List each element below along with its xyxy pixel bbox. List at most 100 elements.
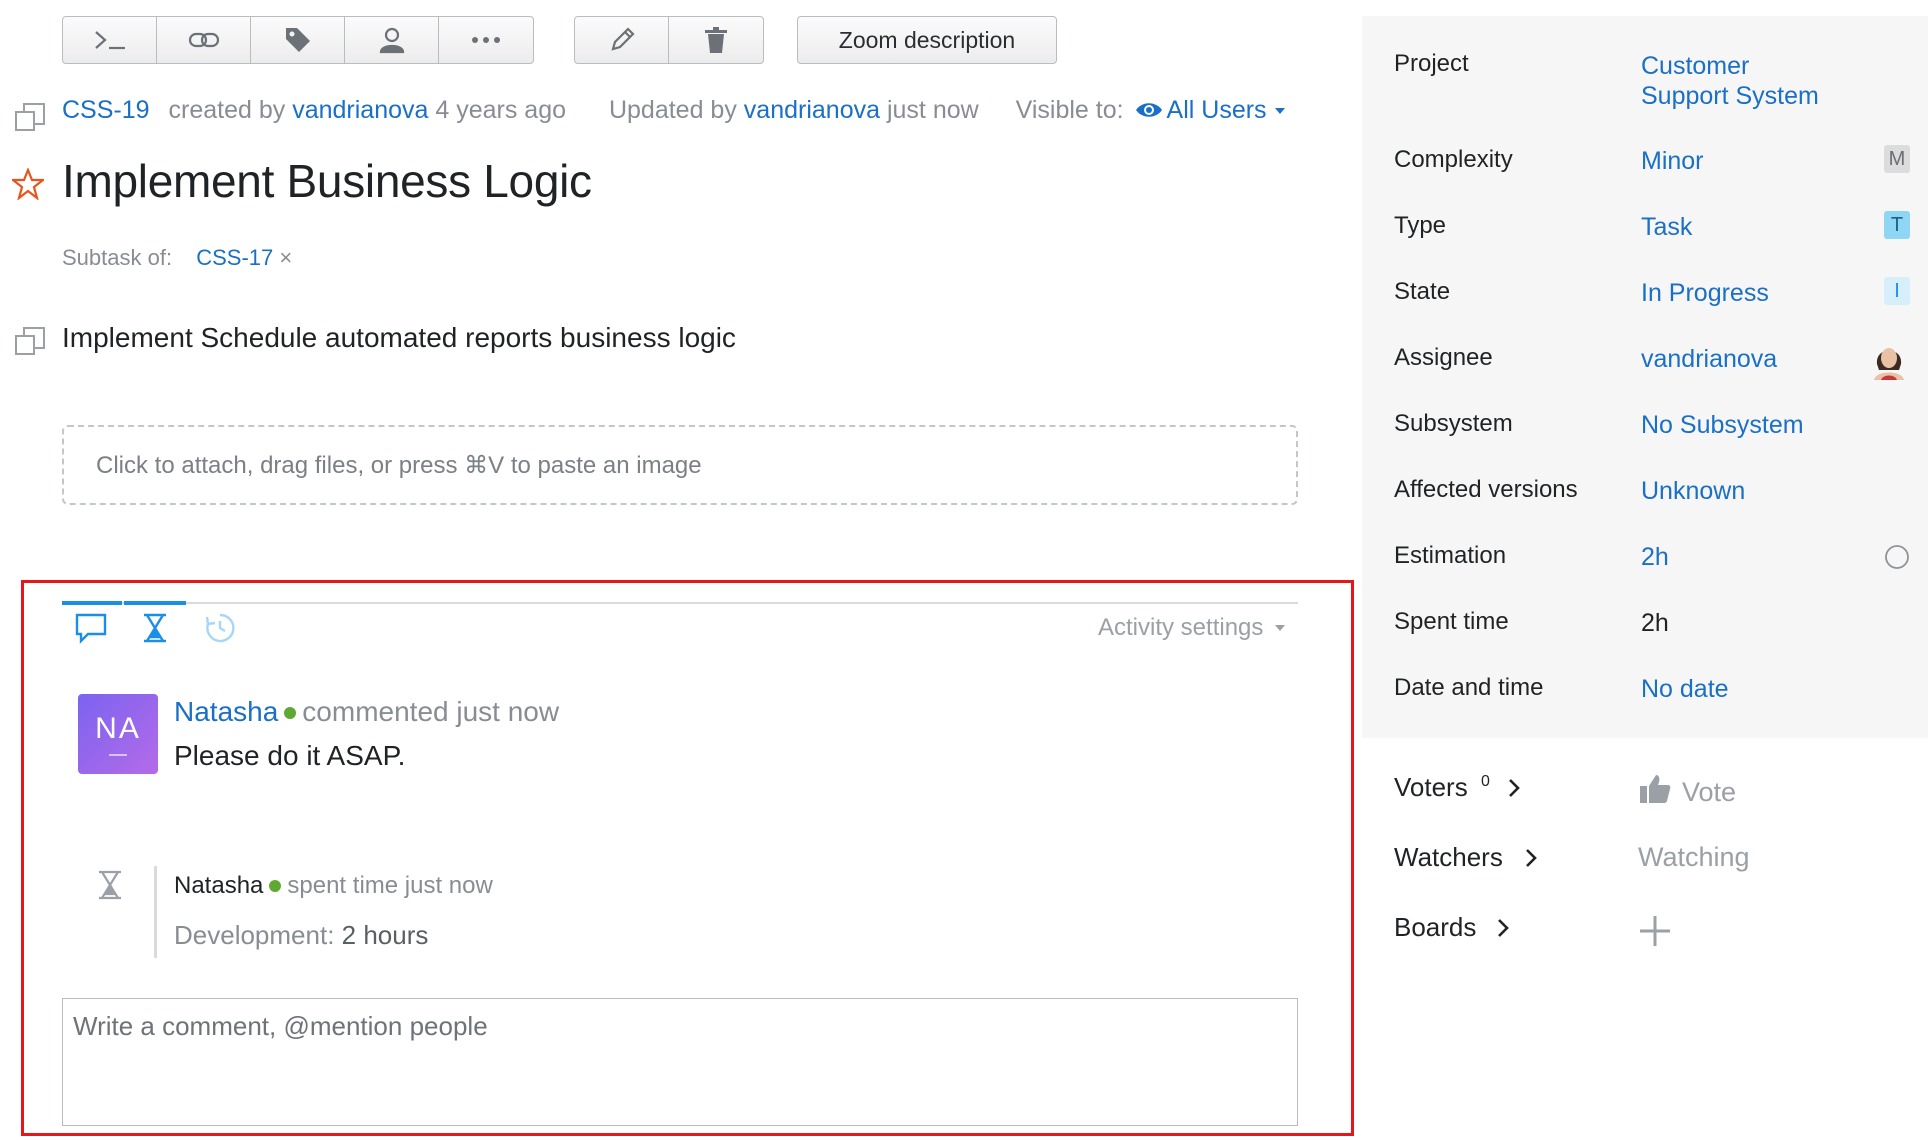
- chevron-right-icon: [1526, 849, 1537, 867]
- timelog-header: Natasha spent time just now: [174, 872, 493, 900]
- created-prefix: created by: [168, 96, 286, 124]
- progress-circle-icon: [1885, 545, 1909, 569]
- attachment-dropzone[interactable]: Click to attach, drag files, or press ⌘V…: [62, 425, 1298, 505]
- project-name-line1: Customer: [1641, 52, 1750, 80]
- subtask-label: Subtask of:: [62, 245, 173, 270]
- field-label-subsystem: Subsystem: [1394, 410, 1513, 437]
- add-board-icon[interactable]: [1638, 914, 1672, 948]
- watching-button[interactable]: Watching: [1638, 842, 1750, 873]
- hourglass-icon: [99, 870, 121, 900]
- avatar[interactable]: NA: [78, 694, 158, 774]
- avatar-initials: NA: [95, 712, 141, 745]
- updater-link[interactable]: vandrianova: [744, 96, 880, 124]
- field-value-assignee[interactable]: vandrianova: [1641, 344, 1777, 374]
- parent-issue-link[interactable]: CSS-17: [196, 245, 273, 270]
- issue-id-link[interactable]: CSS-19: [62, 96, 150, 124]
- updated-prefix: Updated by: [608, 96, 737, 124]
- field-label-assignee: Assignee: [1394, 344, 1493, 371]
- copy-description-icon[interactable]: [14, 326, 46, 358]
- assign-button[interactable]: [345, 17, 439, 63]
- star-icon[interactable]: [12, 168, 44, 200]
- vote-button[interactable]: Vote: [1638, 772, 1736, 808]
- watchers-toggle[interactable]: Watchers: [1394, 842, 1538, 873]
- issue-meta-row: CSS-19 created by vandrianova 4 years ag…: [62, 96, 1286, 125]
- work-type: Development:: [174, 920, 335, 950]
- history-tab-icon[interactable]: [204, 612, 236, 644]
- timelog-tab-indicator: [124, 601, 186, 605]
- subtask-row: Subtask of: CSS-17 ×: [62, 245, 292, 271]
- command-button[interactable]: [63, 17, 157, 63]
- type-badge: T: [1884, 211, 1910, 239]
- edit-icon: [610, 27, 635, 51]
- comment-header: Natasha commented just now: [174, 696, 559, 728]
- edit-toolbar-group: [574, 16, 764, 64]
- timelog-divider: [154, 866, 157, 958]
- field-value-affected-versions[interactable]: Unknown: [1641, 476, 1745, 506]
- more-button[interactable]: [439, 17, 533, 63]
- issue-title: Implement Business Logic: [62, 155, 592, 207]
- thumbs-up-icon: [1640, 775, 1671, 803]
- timelog-author[interactable]: Natasha: [174, 872, 263, 899]
- project-name-line2: Support System: [1641, 82, 1819, 110]
- timelog-entry: Development: 2 hours: [174, 920, 428, 951]
- boards-label: Boards: [1394, 912, 1477, 942]
- field-value-type[interactable]: Task: [1641, 212, 1692, 242]
- field-value-date-and-time[interactable]: No date: [1641, 674, 1729, 704]
- field-value-state[interactable]: In Progress: [1641, 278, 1769, 308]
- command-icon: [94, 31, 125, 50]
- field-label-affected-versions: Affected versions: [1394, 476, 1578, 503]
- zoom-description-button[interactable]: Zoom description: [797, 16, 1057, 64]
- comment-text: Please do it ASAP.: [174, 740, 406, 771]
- field-value-complexity[interactable]: Minor: [1641, 146, 1704, 176]
- assignee-avatar: [1869, 338, 1909, 380]
- field-value-project[interactable]: Customer Support System: [1641, 51, 1819, 111]
- voters-toggle[interactable]: Voters 0: [1394, 772, 1521, 803]
- activity-settings-dropdown[interactable]: Activity settings: [1098, 614, 1286, 642]
- state-badge: I: [1884, 277, 1910, 305]
- field-value-subsystem[interactable]: No Subsystem: [1641, 410, 1804, 440]
- tag-button[interactable]: [251, 17, 345, 63]
- creator-link[interactable]: vandrianova: [292, 96, 428, 124]
- visibility-value: All Users: [1166, 96, 1267, 124]
- field-label-complexity: Complexity: [1394, 146, 1513, 173]
- copy-issue-icon[interactable]: [14, 102, 46, 134]
- chevron-right-icon: [1509, 779, 1520, 797]
- link-icon: [188, 32, 219, 48]
- issue-toolbar-group: [62, 16, 534, 64]
- person-icon: [379, 27, 404, 54]
- comment-action: commented just now: [302, 696, 560, 727]
- voters-label: Voters: [1394, 772, 1468, 802]
- comment-input[interactable]: Write a comment, @mention people: [62, 998, 1298, 1126]
- online-status-dot: [284, 706, 297, 719]
- boards-toggle[interactable]: Boards: [1394, 912, 1510, 943]
- delete-icon: [705, 27, 727, 53]
- field-label-project: Project: [1394, 50, 1469, 77]
- issue-description: Implement Schedule automated reports bus…: [62, 322, 736, 353]
- field-label-estimation: Estimation: [1394, 542, 1507, 569]
- field-label-state: State: [1394, 278, 1451, 305]
- more-icon: [472, 37, 500, 43]
- comment-tab-icon[interactable]: [74, 612, 108, 644]
- updated-time: just now: [886, 96, 979, 124]
- visibility-dropdown[interactable]: All Users: [1131, 96, 1286, 124]
- chevron-down-icon: [1274, 108, 1285, 114]
- avatar-underline: [109, 754, 127, 756]
- delete-button[interactable]: [669, 17, 763, 63]
- complexity-badge: M: [1884, 145, 1910, 173]
- activity-divider: [62, 602, 1298, 604]
- visible-label: Visible to:: [1015, 96, 1124, 124]
- field-label-type: Type: [1394, 212, 1447, 239]
- tag-icon: [285, 28, 310, 52]
- timelog-action: spent time just now: [287, 872, 493, 899]
- chevron-down-icon: [1275, 625, 1286, 631]
- comments-tab-indicator: [62, 601, 122, 605]
- field-label-spent-time: Spent time: [1394, 608, 1509, 635]
- link-button[interactable]: [157, 17, 251, 63]
- hourglass-tab-icon[interactable]: [141, 612, 169, 644]
- activity-settings-label: Activity settings: [1098, 614, 1264, 641]
- chevron-right-icon: [1497, 919, 1509, 937]
- remove-parent-icon[interactable]: ×: [279, 245, 292, 270]
- edit-button[interactable]: [575, 17, 669, 63]
- field-value-estimation[interactable]: 2h: [1641, 542, 1669, 572]
- comment-author-link[interactable]: Natasha: [174, 696, 278, 727]
